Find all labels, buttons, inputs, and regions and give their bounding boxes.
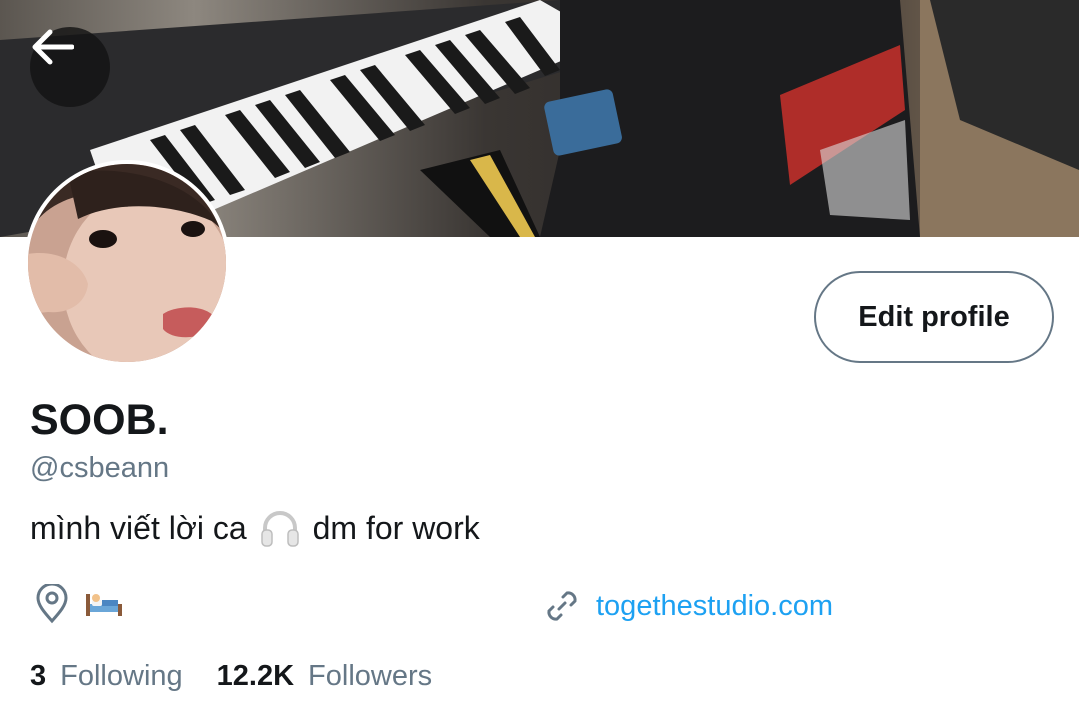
following-label: Following (60, 660, 183, 692)
bio-text-after: dm for work (312, 509, 480, 546)
link-icon (547, 591, 577, 621)
profile-handle: @csbeann (30, 452, 170, 484)
followers-count: 12.2K (216, 660, 295, 692)
arrow-left-icon (32, 29, 74, 65)
profile-website: togethestudio.com (542, 586, 833, 626)
profile-name: SOOB. (30, 396, 169, 444)
bed-icon (86, 594, 122, 616)
avatar-photo (28, 164, 226, 362)
website-link[interactable]: togethestudio.com (596, 590, 833, 623)
back-button[interactable] (30, 27, 110, 107)
location-pin-icon (36, 584, 68, 624)
followers-stat[interactable]: 12.2K Followers (217, 660, 432, 693)
headphones-icon (259, 508, 301, 548)
profile-stats: 3 Following 12.2K Followers (30, 660, 432, 693)
profile-location (34, 584, 124, 624)
profile-bio: mình viết lời ca dm for work (30, 508, 480, 548)
profile-avatar[interactable] (24, 160, 230, 366)
followers-label: Followers (308, 660, 433, 692)
following-stat[interactable]: 3 Following (30, 660, 183, 693)
following-count: 3 (30, 660, 47, 692)
edit-profile-button[interactable]: Edit profile (814, 271, 1054, 363)
bio-text-before: mình viết lời ca (30, 509, 247, 546)
